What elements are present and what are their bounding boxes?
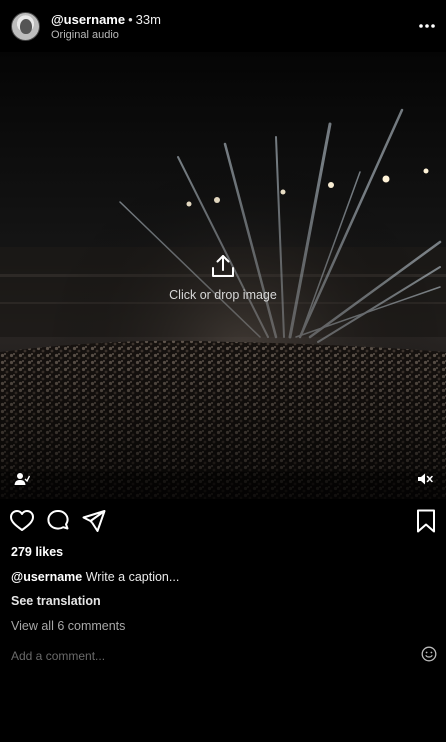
bookmark-icon[interactable] [413, 508, 439, 534]
caption-text[interactable]: Write a caption... [86, 570, 180, 584]
heart-icon[interactable] [9, 508, 35, 534]
upload-icon [212, 255, 234, 277]
upload-label: Click or drop image [169, 288, 277, 302]
post-time: 33m [135, 12, 161, 27]
avatar[interactable] [11, 12, 40, 41]
paper-plane-icon[interactable] [81, 508, 107, 534]
likes-count[interactable]: 279 likes [11, 545, 63, 559]
add-comment-input[interactable] [11, 647, 411, 665]
action-bar [0, 508, 446, 536]
more-options-icon[interactable] [418, 17, 436, 35]
view-comments-link[interactable]: View all 6 comments [11, 619, 125, 633]
comment-bubble-icon[interactable] [45, 508, 71, 534]
username[interactable]: @username [51, 12, 125, 27]
caption-username[interactable]: @username [11, 570, 82, 584]
tag-people-icon[interactable] [14, 472, 30, 486]
see-translation-link[interactable]: See translation [11, 594, 101, 608]
post-media[interactable]: Click or drop image [0, 52, 446, 499]
post-header: @username • 33m Original audio [0, 0, 446, 52]
emoji-icon[interactable] [421, 646, 437, 662]
upload-dropzone[interactable]: Click or drop image [0, 252, 446, 304]
user-line: @username • 33m [51, 12, 161, 27]
separator-dot: • [128, 12, 133, 27]
volume-muted-icon[interactable] [417, 472, 433, 486]
audio-label[interactable]: Original audio [51, 29, 119, 41]
caption: @username Write a caption... [11, 570, 179, 584]
